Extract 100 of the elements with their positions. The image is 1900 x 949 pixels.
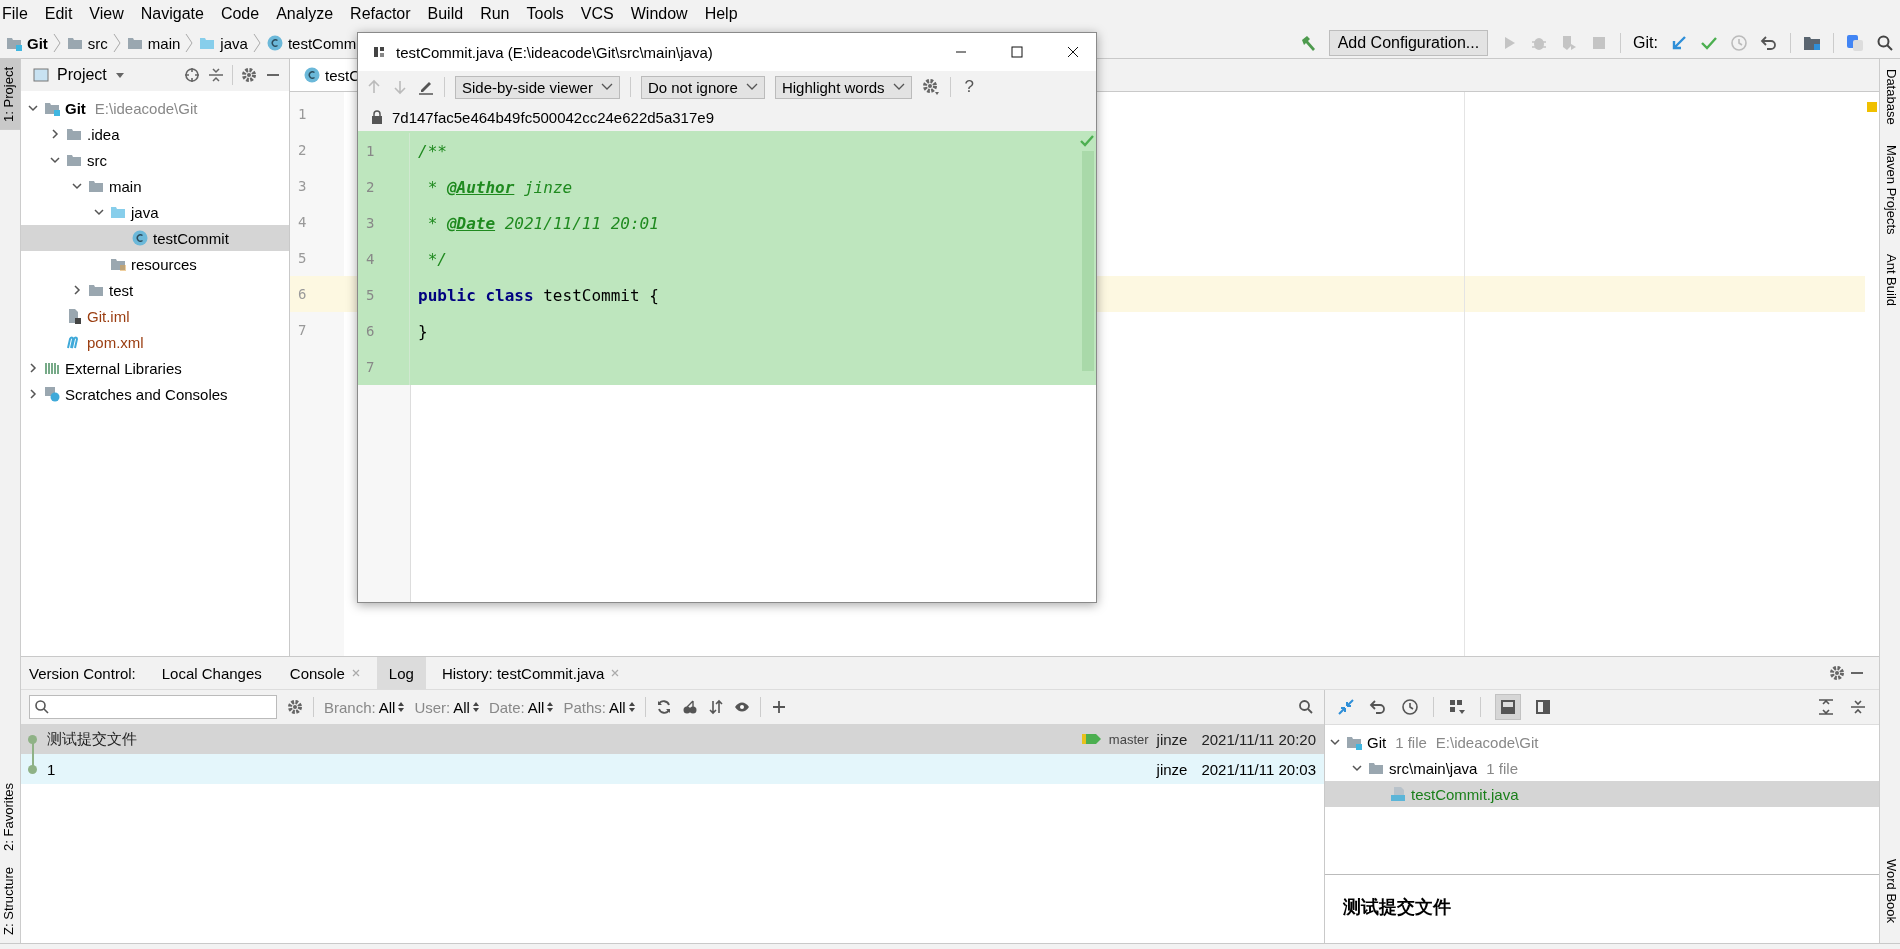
tool-window-tab[interactable]: 1: Project [0,59,20,130]
menu-item[interactable]: Help [704,5,738,23]
tree-item[interactable]: testCommit.java [1325,781,1879,807]
ignore-dropdown[interactable]: Do not ignore [640,75,765,99]
chevron-right-icon[interactable] [71,284,83,296]
translate-icon[interactable] [1846,34,1864,52]
filter-dropdown[interactable]: Paths: All [563,698,635,716]
grid-icon[interactable] [1448,698,1466,716]
viewer-dropdown[interactable]: Side-by-side viewer [455,75,620,99]
warning-marker[interactable] [1867,102,1877,112]
collapse-icon[interactable] [208,67,224,83]
tree-item[interactable]: Git.iml [21,303,289,329]
panel-title[interactable]: Project [57,66,107,84]
breadcrumb[interactable]: testComm [287,34,357,52]
filter-dropdown[interactable]: Date: All [488,698,554,716]
menu-item[interactable]: VCS [580,5,614,23]
tool-window-tab[interactable]: Ant Build [1880,244,1900,317]
breadcrumb[interactable]: java [220,34,248,52]
tree-item[interactable]: pom.xml [21,329,289,355]
arrows-icon[interactable] [1337,698,1355,716]
tool-window-tab[interactable]: Database [1880,59,1900,135]
tool-window-tab[interactable]: Maven Projects [1880,134,1900,245]
settings-icon[interactable] [241,67,257,83]
breadcrumb[interactable]: src [87,34,108,52]
collapse-icon[interactable] [1849,698,1867,716]
tree-item[interactable]: src [21,147,289,173]
sort-arrows-icon[interactable] [707,699,724,715]
chevron-right-icon[interactable] [49,128,61,140]
chevron-down-icon[interactable] [49,154,61,166]
commit-row[interactable]: 1 jinze 2021/11/11 20:03 [21,754,1324,784]
clock-icon[interactable] [1401,698,1419,716]
chevron-down-icon[interactable] [1329,736,1341,748]
menu-item[interactable]: Build [427,5,464,23]
folder-grid-icon[interactable] [1803,34,1821,52]
chevron-right-icon[interactable] [27,362,39,374]
help-button[interactable]: ? [960,77,978,97]
settings-icon[interactable] [1829,665,1845,681]
chevron-down-icon[interactable] [1351,762,1363,774]
commit-message: 1 [47,760,56,778]
tree-item[interactable]: main [21,173,289,199]
chevron-down-icon[interactable] [27,102,39,114]
search-field[interactable] [29,695,277,719]
menu-item[interactable]: Window [630,5,688,23]
tree-item[interactable]: java [21,199,289,225]
target-icon[interactable] [184,67,200,83]
expand-icon[interactable] [1817,698,1835,716]
filter-dropdown[interactable]: Branch: All [324,698,405,716]
panel-tab[interactable]: History: testCommit.java [429,657,633,689]
menu-item[interactable]: View [89,5,124,23]
revision-hash: 7d147fac5e464b49fc500042cc24e622d5a317e9 [392,108,714,126]
panel-tab[interactable]: Local Changes [149,657,274,689]
panel-tab[interactable]: Log [376,657,426,689]
layout-toggle[interactable] [1495,694,1521,720]
chevron-right-icon[interactable] [27,388,39,400]
settings-icon[interactable] [287,699,303,715]
tool-window-tab[interactable]: Z: Structure [0,859,20,943]
filter-dropdown[interactable]: User: All [414,698,479,716]
settings-icon[interactable] [921,78,940,96]
undo-icon[interactable] [1369,698,1387,716]
configuration-button[interactable]: Add Configuration... [1328,30,1489,56]
tool-window-tab[interactable]: 2: Favorites [0,775,20,860]
chevron-down-icon[interactable] [71,180,83,192]
tree-item[interactable]: .idea [21,121,289,147]
breadcrumb[interactable]: Git [27,34,48,52]
tree-item[interactable]: Scratches and Consoles [21,381,289,407]
menu-item[interactable]: File [2,5,28,23]
cherry-icon[interactable] [681,699,698,715]
tree-item[interactable]: resources [21,251,289,277]
menu-item[interactable]: Refactor [350,5,411,23]
search-icon[interactable] [1298,699,1314,715]
folder-icon [1368,760,1384,776]
menu-item[interactable]: Code [220,5,260,23]
tool-window-tab[interactable]: Word Book [1880,848,1900,933]
highlight-dropdown[interactable]: Highlight words [774,75,912,99]
arrow-icon[interactable] [1670,34,1688,52]
menu-item[interactable]: Navigate [140,5,204,23]
chevron-down-icon[interactable] [93,206,105,218]
search-icon[interactable] [34,699,50,715]
tree-item[interactable]: src\main\java 1 file [1325,755,1879,781]
panel-right-icon[interactable] [1535,699,1551,715]
menu-item[interactable]: Run [480,5,510,23]
chevron-icon [52,33,61,53]
menu-item[interactable]: Edit [44,5,73,23]
tree-item[interactable]: Git 1 file E:\ideacode\Git [1325,729,1879,755]
refresh-icon[interactable] [655,699,672,715]
search-icon[interactable] [1876,34,1894,52]
dropdown-icon[interactable] [114,70,125,80]
undo-icon[interactable] [1760,34,1778,52]
pencil-icon[interactable] [418,79,434,95]
code-line: */ [426,249,447,269]
tree-item[interactable]: External Libraries [21,355,289,381]
commit-row[interactable]: 测试提交文件 master jinze 2021/11/11 20:20 [21,724,1324,754]
plus-icon[interactable] [770,699,787,715]
tree-item[interactable]: testCommit [21,225,289,251]
panel-tab[interactable]: Console [277,657,373,689]
breadcrumb[interactable]: main [147,34,181,52]
tree-item[interactable]: test [21,277,289,303]
tree-item[interactable]: Git E:\ideacode\Git [21,95,289,121]
menu-item[interactable]: Tools [526,5,564,23]
menu-item[interactable]: Analyze [276,5,334,23]
